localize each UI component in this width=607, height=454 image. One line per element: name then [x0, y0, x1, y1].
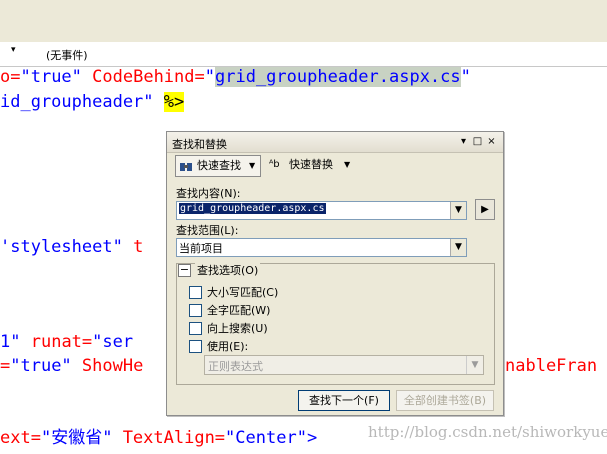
bookmark-all-button: 全部创建书签(B): [396, 390, 494, 411]
dropdown-arrow-icon[interactable]: ▼: [450, 239, 466, 256]
window-position-icon[interactable]: ▾: [458, 136, 469, 147]
dialog-title: 查找和替换: [172, 138, 227, 151]
dialog-title-bar[interactable]: 查找和替换 ▾ □ ×: [167, 132, 503, 153]
quick-replace-label: 快速替换: [289, 158, 333, 171]
dropdown-arrow-icon: ▼: [466, 356, 483, 374]
codebehind-attr: CodeBehind=: [92, 67, 205, 87]
attr-value: "安徽省": [40, 428, 113, 448]
object-dropdown-arrow-icon[interactable]: ▾: [11, 45, 16, 55]
quote: ": [204, 67, 215, 87]
look-in-combobox[interactable]: 当前项目 ▼: [176, 238, 467, 257]
attr-fragment: t: [133, 237, 144, 257]
tag-close: >: [306, 428, 318, 448]
dropdown-arrow-icon[interactable]: ▼: [450, 202, 466, 219]
use-type-value: 正则表达式: [208, 360, 263, 373]
showheader-attr: ShowHe: [81, 356, 144, 376]
code-line-4[interactable]: 1" runat="ser: [0, 332, 133, 352]
attr-value: id_groupheader": [0, 92, 154, 112]
code-line-2[interactable]: id_groupheader" %>: [0, 92, 185, 112]
watermark: http://blog.csdn.net/shiworkyue: [368, 423, 607, 441]
chevron-down-icon: ▼: [344, 160, 351, 169]
attr-value: "ser: [92, 332, 134, 352]
text-attr: ext=: [0, 428, 41, 448]
match-whole-word-checkbox[interactable]: [189, 304, 202, 317]
textalign-attr: TextAlign=: [122, 428, 226, 448]
code-line-3[interactable]: 'stylesheet" t: [0, 237, 143, 257]
mode-toolbar: 快速查找 ▼ ᴬb 快速替换 ▼: [169, 154, 501, 178]
attr-value: 'stylesheet": [0, 237, 123, 257]
quote: ": [460, 67, 471, 87]
directive-close-tag: %>: [163, 92, 185, 112]
close-icon[interactable]: ×: [486, 136, 497, 147]
attr-value: "Center": [225, 428, 307, 448]
runat-attr: runat=: [30, 332, 93, 352]
match-case-label: 大小写匹配(C): [207, 286, 279, 299]
collapse-icon[interactable]: −: [178, 264, 191, 277]
quick-replace-button[interactable]: ᴬb 快速替换 ▼: [267, 155, 353, 175]
attr-value: "true": [20, 67, 82, 87]
quick-find-button[interactable]: 快速查找 ▼: [175, 155, 261, 177]
find-what-combobox[interactable]: grid_groupheader.aspx.cs ▼: [176, 201, 467, 220]
attr-fragment: o=: [0, 67, 21, 87]
binoculars-icon: [179, 156, 193, 176]
code-line-6[interactable]: ext="安徽省" TextAlign="Center">: [0, 428, 317, 448]
expression-builder-button[interactable]: ▶: [475, 199, 495, 220]
quick-find-label: 快速查找: [197, 159, 241, 172]
chevron-down-icon: ▼: [249, 161, 256, 170]
find-what-label: 查找内容(N):: [176, 187, 241, 200]
attr-value: 1": [0, 332, 21, 352]
search-up-checkbox[interactable]: [189, 322, 202, 335]
attr-fragment: =: [0, 356, 11, 376]
find-replace-dialog: 查找和替换 ▾ □ × 快速查找 ▼ ᴬb 快速替换 ▼ 查找内容(N): gr…: [166, 131, 504, 416]
maximize-icon[interactable]: □: [472, 136, 483, 147]
event-navigation-bar: ▾ (无事件): [0, 42, 607, 67]
match-case-checkbox[interactable]: [189, 286, 202, 299]
code-line-5-tail: nableFran: [505, 356, 597, 376]
code-line-1[interactable]: o="true" CodeBehind="grid_groupheader.as…: [0, 67, 471, 87]
use-label: 使用(E):: [207, 340, 249, 353]
code-line-5[interactable]: ="true" ShowHe: [0, 356, 143, 376]
replace-icon: ᴬb: [269, 159, 280, 170]
find-what-value: grid_groupheader.aspx.cs: [179, 203, 326, 214]
look-in-value: 当前项目: [179, 242, 223, 255]
find-next-button[interactable]: 查找下一个(F): [298, 390, 390, 411]
use-checkbox[interactable]: [189, 340, 202, 353]
match-whole-word-label: 全字匹配(W): [207, 304, 271, 317]
use-type-dropdown: 正则表达式 ▼: [204, 355, 484, 375]
search-up-label: 向上搜索(U): [207, 322, 268, 335]
look-in-label: 查找范围(L):: [176, 224, 239, 237]
find-options-label: 查找选项(O): [195, 262, 261, 278]
attr-fragment: nableFran: [505, 356, 598, 376]
highlighted-match: grid_groupheader.aspx.cs: [215, 67, 461, 87]
attr-value: "true": [10, 356, 72, 376]
window-toolbar-area: [0, 0, 607, 42]
event-dropdown[interactable]: (无事件): [46, 47, 88, 63]
